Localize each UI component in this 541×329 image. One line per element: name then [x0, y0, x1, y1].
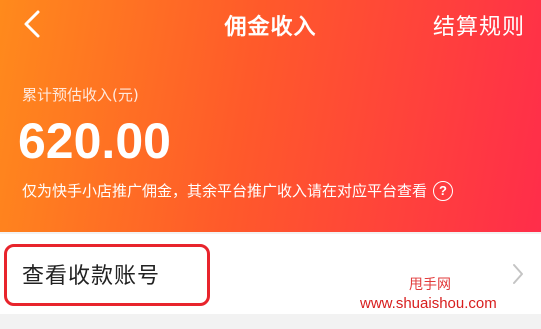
chevron-right-icon [510, 262, 526, 286]
watermark-brand: 甩手网 [409, 277, 451, 293]
commission-note: 仅为快手小店推广佣金，其余平台推广收入请在对应平台查看 ? [22, 180, 454, 201]
help-icon[interactable]: ? [433, 180, 454, 201]
view-account-label: 查看收款账号 [22, 264, 161, 289]
header-banner: 佣金收入 结算规则 累计预估收入(元) 620.00 仅为快手小店推广佣金，其余… [0, 0, 541, 232]
estimated-income-label: 累计预估收入(元) [22, 86, 139, 104]
settlement-rules-link[interactable]: 结算规则 [433, 9, 525, 41]
nav-bar: 佣金收入 结算规则 [0, 0, 541, 48]
watermark-url: www.shuaishou.com [360, 295, 497, 312]
income-amount: 620.00 [18, 113, 171, 169]
commission-note-text: 仅为快手小店推广佣金，其余平台推广收入请在对应平台查看 [22, 182, 428, 200]
